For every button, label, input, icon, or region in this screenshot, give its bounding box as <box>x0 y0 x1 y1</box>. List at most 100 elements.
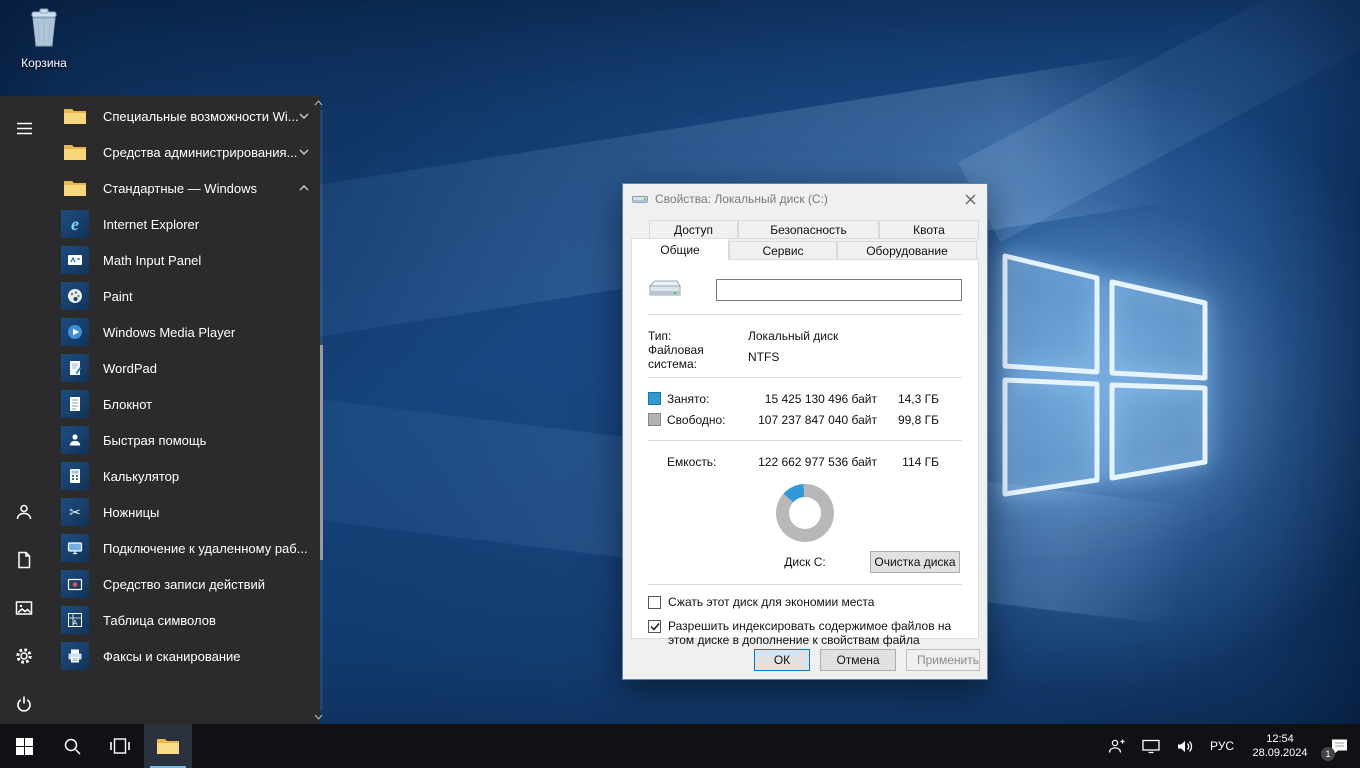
free-space-row: Свободно: 107 237 847 040 байт 99,8 ГБ <box>648 409 962 430</box>
calculator-icon <box>60 462 90 490</box>
charmap-icon: A <box>60 606 90 634</box>
system-tray: РУС 12:54 28.09.2024 1 <box>1100 724 1360 768</box>
tab-row-back: Доступ Безопасность Квота <box>631 220 979 239</box>
disk-properties-dialog: Свойства: Локальный диск (C:) Доступ Без… <box>622 183 988 680</box>
wordpad-icon <box>60 354 90 382</box>
dialog-titlebar[interactable]: Свойства: Локальный диск (C:) <box>623 184 987 214</box>
chevron-down-icon <box>299 113 309 119</box>
index-checkbox-row: Разрешить индексировать содержимое файло… <box>648 619 962 647</box>
svg-text:A: A <box>73 620 78 627</box>
tab-row-front: Общие Сервис Оборудование <box>631 238 979 260</box>
power-icon[interactable] <box>0 684 48 724</box>
clock-time: 12:54 <box>1266 733 1294 745</box>
tab-tools[interactable]: Сервис <box>729 241 837 260</box>
compress-checkbox-label: Сжать этот диск для экономии места <box>668 595 875 609</box>
snipping-icon: ✂ <box>60 498 90 526</box>
compress-checkbox[interactable] <box>648 596 661 609</box>
pictures-icon[interactable] <box>0 588 48 628</box>
start-button[interactable] <box>0 724 48 768</box>
start-item-calculator[interactable]: Калькулятор <box>48 458 325 494</box>
action-center-button[interactable]: 1 <box>1318 724 1360 768</box>
apply-button[interactable]: Применить <box>906 649 980 671</box>
tab-hardware[interactable]: Оборудование <box>837 241 977 260</box>
start-item-admin-tools-folder[interactable]: Средства администрирования... <box>48 134 325 170</box>
start-item-internet-explorer[interactable]: e Internet Explorer <box>48 206 325 242</box>
free-legend-swatch <box>648 413 661 426</box>
tab-quota[interactable]: Квота <box>879 220 979 239</box>
language-indicator[interactable]: РУС <box>1202 739 1242 753</box>
drive-small-icon <box>632 196 648 203</box>
start-item-snipping-tool[interactable]: ✂ Ножницы <box>48 494 325 530</box>
separator <box>648 377 962 378</box>
people-icon[interactable] <box>1100 724 1134 768</box>
disk-cleanup-button[interactable]: Очистка диска <box>870 551 960 573</box>
start-item-remote-desktop[interactable]: Подключение к удаленному раб... <box>48 530 325 566</box>
chevron-up-icon <box>299 185 309 191</box>
start-item-math-input-panel[interactable]: Math Input Panel <box>48 242 325 278</box>
start-item-accessibility-folder[interactable]: Специальные возможности Wi... <box>48 98 325 134</box>
disk-caption: Диск C: <box>784 555 826 569</box>
tab-control: Доступ Безопасность Квота Общие Сервис О… <box>631 220 979 647</box>
cancel-button[interactable]: Отмена <box>820 649 896 671</box>
start-item-notepad[interactable]: Блокнот <box>48 386 325 422</box>
search-icon <box>64 738 81 755</box>
index-checkbox[interactable] <box>648 620 661 633</box>
light-beam <box>958 0 1360 243</box>
scroll-down-icon[interactable] <box>313 712 325 722</box>
user-icon[interactable] <box>0 492 48 532</box>
media-player-icon <box>60 318 90 346</box>
steps-recorder-icon <box>60 570 90 598</box>
recycle-bin[interactable]: Корзина <box>8 8 80 70</box>
settings-icon[interactable] <box>0 636 48 676</box>
ok-button[interactable]: ОК <box>754 649 810 671</box>
ie-icon: e <box>60 210 90 238</box>
start-item-character-map[interactable]: A Таблица символов <box>48 602 325 638</box>
hamburger-icon[interactable] <box>0 108 48 148</box>
type-label: Тип: <box>648 328 672 343</box>
display-icon[interactable] <box>1134 724 1168 768</box>
separator <box>648 584 962 585</box>
index-checkbox-label: Разрешить индексировать содержимое файло… <box>668 619 952 647</box>
start-item-paint[interactable]: Paint <box>48 278 325 314</box>
disk-usage-donut-chart <box>776 484 834 542</box>
start-menu-scrollbar[interactable] <box>319 110 323 710</box>
checkmark-icon <box>649 623 660 631</box>
start-item-quick-assist[interactable]: Быстрая помощь <box>48 422 325 458</box>
start-item-wordpad[interactable]: WordPad <box>48 350 325 386</box>
start-item-steps-recorder[interactable]: Средство записи действий <box>48 566 325 602</box>
quick-assist-icon <box>60 426 90 454</box>
start-menu-rail <box>0 96 48 724</box>
close-icon[interactable] <box>953 185 987 213</box>
start-item-fax-scan[interactable]: Факсы и сканирование <box>48 638 325 674</box>
tab-general[interactable]: Общие <box>631 238 729 260</box>
separator <box>648 440 962 441</box>
tab-security[interactable]: Безопасность <box>738 220 879 239</box>
scrollbar-thumb[interactable] <box>319 345 323 560</box>
filesystem-value: NTFS <box>748 349 780 364</box>
drive-large-icon <box>648 280 681 296</box>
documents-icon[interactable] <box>0 540 48 580</box>
notification-badge: 1 <box>1321 747 1335 761</box>
dialog-title: Свойства: Локальный диск (C:) <box>655 192 828 206</box>
math-input-icon <box>60 246 90 274</box>
scroll-up-icon[interactable] <box>313 98 325 108</box>
start-item-accessories-folder[interactable]: Стандартные — Windows <box>48 170 325 206</box>
paint-icon <box>60 282 90 310</box>
volume-label-input[interactable] <box>716 279 962 301</box>
tab-sharing[interactable]: Доступ <box>649 220 738 239</box>
start-item-media-player[interactable]: Windows Media Player <box>48 314 325 350</box>
taskbar-clock[interactable]: 12:54 28.09.2024 <box>1242 732 1318 760</box>
fax-icon <box>60 642 90 670</box>
task-view-icon <box>110 738 130 754</box>
used-space-row: Занято: 15 425 130 496 байт 14,3 ГБ <box>648 388 962 409</box>
start-menu-app-list: Специальные возможности Wi... Средства а… <box>48 96 325 724</box>
dialog-button-row: ОК Отмена Применить <box>754 649 980 671</box>
search-button[interactable] <box>48 724 96 768</box>
used-legend-swatch <box>648 392 661 405</box>
task-view-button[interactable] <box>96 724 144 768</box>
file-explorer-icon <box>157 739 179 754</box>
compress-checkbox-row: Сжать этот диск для экономии места <box>648 595 962 609</box>
capacity-row: Емкость: 122 662 977 536 байт 114 ГБ <box>667 454 939 469</box>
volume-icon[interactable] <box>1168 724 1202 768</box>
file-explorer-button[interactable] <box>144 724 192 768</box>
